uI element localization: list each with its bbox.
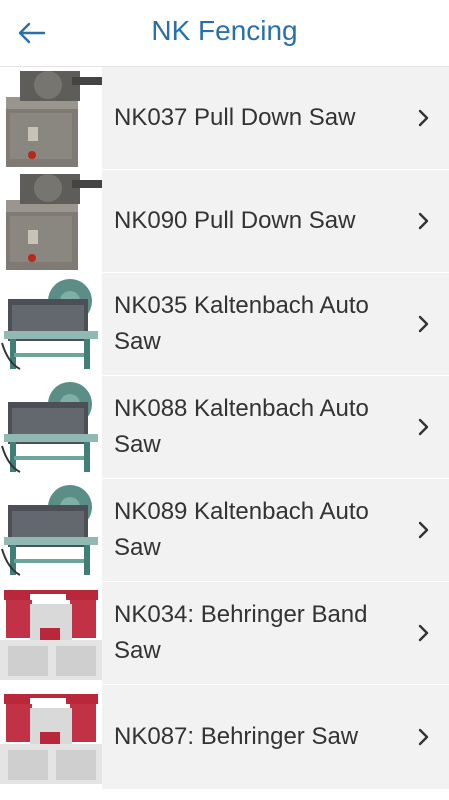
list-item-label: NK090 Pull Down Saw	[114, 207, 356, 234]
list-item[interactable]: NK034: Behringer Band Saw	[0, 582, 449, 685]
chevron-right-icon	[418, 315, 429, 333]
list-item-label: NK088 Kaltenbach Auto Saw	[114, 395, 369, 458]
pull-down-saw-thumbnail	[0, 67, 102, 169]
list-item[interactable]: NK090 Pull Down Saw	[0, 170, 449, 273]
list-item-label: NK037 Pull Down Saw	[114, 104, 356, 131]
app-header: NK Fencing	[0, 0, 449, 67]
list-item[interactable]: NK035 Kaltenbach Auto Saw	[0, 273, 449, 376]
list-item[interactable]: NK087: Behringer Saw	[0, 685, 449, 790]
chevron-right-icon	[418, 212, 429, 230]
list-item-label: NK035 Kaltenbach Auto Saw	[114, 292, 369, 355]
behringer-saw-thumbnail	[0, 582, 102, 684]
pull-down-saw-thumbnail	[0, 170, 102, 272]
list-item-label: NK034: Behringer Band Saw	[114, 601, 368, 664]
behringer-saw-thumbnail	[0, 685, 102, 789]
list-item[interactable]: NK037 Pull Down Saw	[0, 67, 449, 170]
list-item-label: NK087: Behringer Saw	[114, 723, 359, 750]
chevron-right-icon	[418, 521, 429, 539]
chevron-right-icon	[418, 109, 429, 127]
chevron-right-icon	[418, 418, 429, 436]
chevron-right-icon	[418, 728, 429, 746]
list-item-label: NK089 Kaltenbach Auto Saw	[114, 498, 369, 561]
kaltenbach-saw-thumbnail	[0, 376, 102, 478]
list-item[interactable]: NK088 Kaltenbach Auto Saw	[0, 376, 449, 479]
product-list: NK037 Pull Down Saw NK090 Pull Down Saw …	[0, 67, 449, 790]
kaltenbach-saw-thumbnail	[0, 479, 102, 581]
chevron-right-icon	[418, 624, 429, 642]
page-title: NK Fencing	[151, 15, 298, 46]
app-screen: NK Fencing NK037 Pull Down Saw NK090 Pul…	[0, 0, 449, 800]
kaltenbach-saw-thumbnail	[0, 273, 102, 375]
list-item[interactable]: NK089 Kaltenbach Auto Saw	[0, 479, 449, 582]
